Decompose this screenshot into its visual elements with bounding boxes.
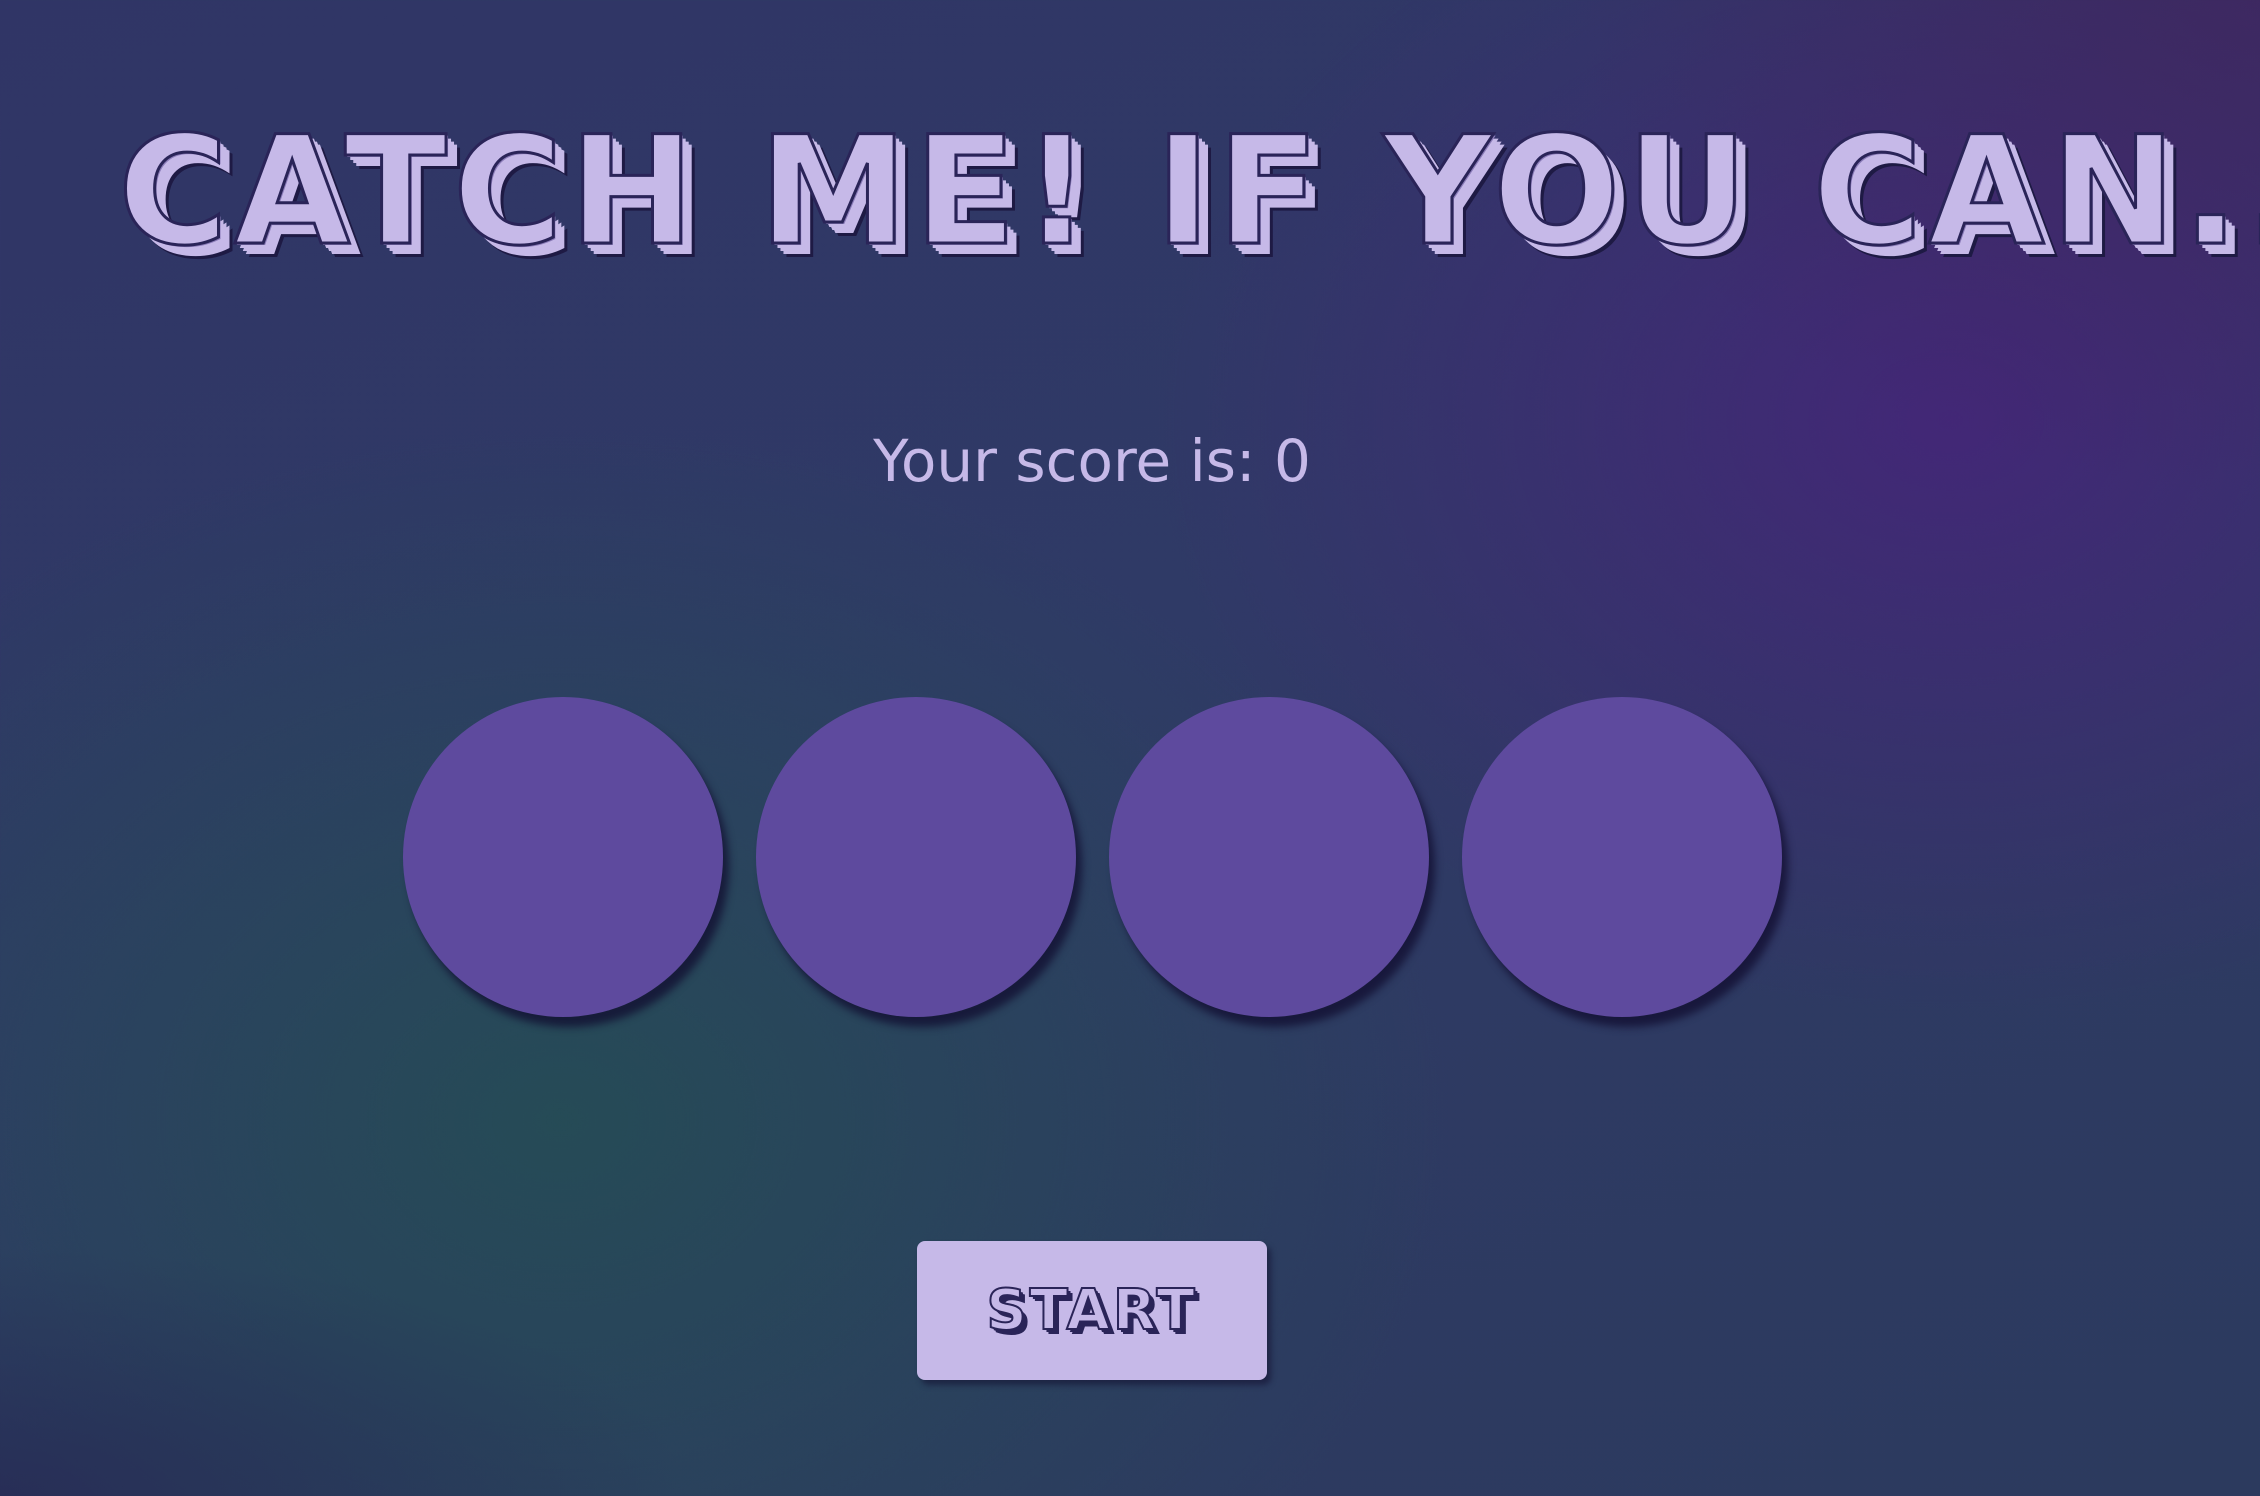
hole-row: [403, 697, 1803, 1017]
hole-3[interactable]: [1109, 697, 1429, 1017]
game-title: CATCH ME! IF YOU CAN...: [117, 104, 2260, 281]
score-display: Your score is: 0: [873, 427, 1311, 495]
start-button-label: START: [985, 1277, 1198, 1344]
start-button[interactable]: START: [917, 1241, 1267, 1380]
hole-4[interactable]: [1462, 697, 1782, 1017]
background-shade-bottom: [0, 1246, 700, 1496]
hole-2[interactable]: [756, 697, 1076, 1017]
hole-1[interactable]: [403, 697, 723, 1017]
